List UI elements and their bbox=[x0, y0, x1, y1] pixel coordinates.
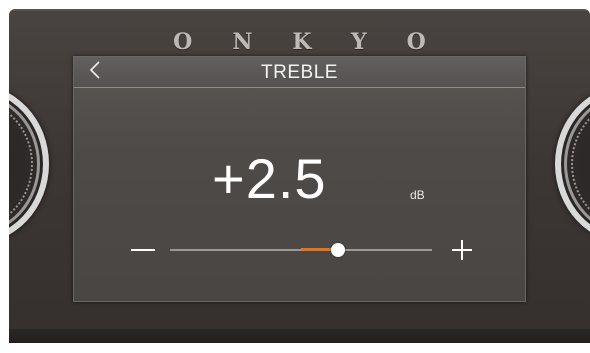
minus-icon bbox=[131, 249, 155, 251]
right-input-knob[interactable] bbox=[555, 84, 590, 244]
treble-value: +2.5 bbox=[212, 147, 327, 210]
knob-dot-ring bbox=[9, 100, 33, 228]
left-volume-knob[interactable] bbox=[9, 84, 49, 244]
increase-button[interactable] bbox=[447, 235, 477, 265]
display-screen: TREBLE +2.5 dB bbox=[73, 56, 526, 302]
slider-thumb[interactable] bbox=[330, 243, 345, 257]
screen-title: TREBLE bbox=[261, 62, 338, 83]
knob-dot-ring bbox=[571, 100, 590, 228]
brand-logo: ONKYO bbox=[173, 29, 466, 55]
background-strip bbox=[0, 343, 590, 353]
unit-label: dB bbox=[410, 188, 425, 202]
screen-title-bar: TREBLE bbox=[74, 57, 525, 88]
decrease-button[interactable] bbox=[128, 235, 158, 265]
treble-slider[interactable] bbox=[170, 243, 432, 257]
